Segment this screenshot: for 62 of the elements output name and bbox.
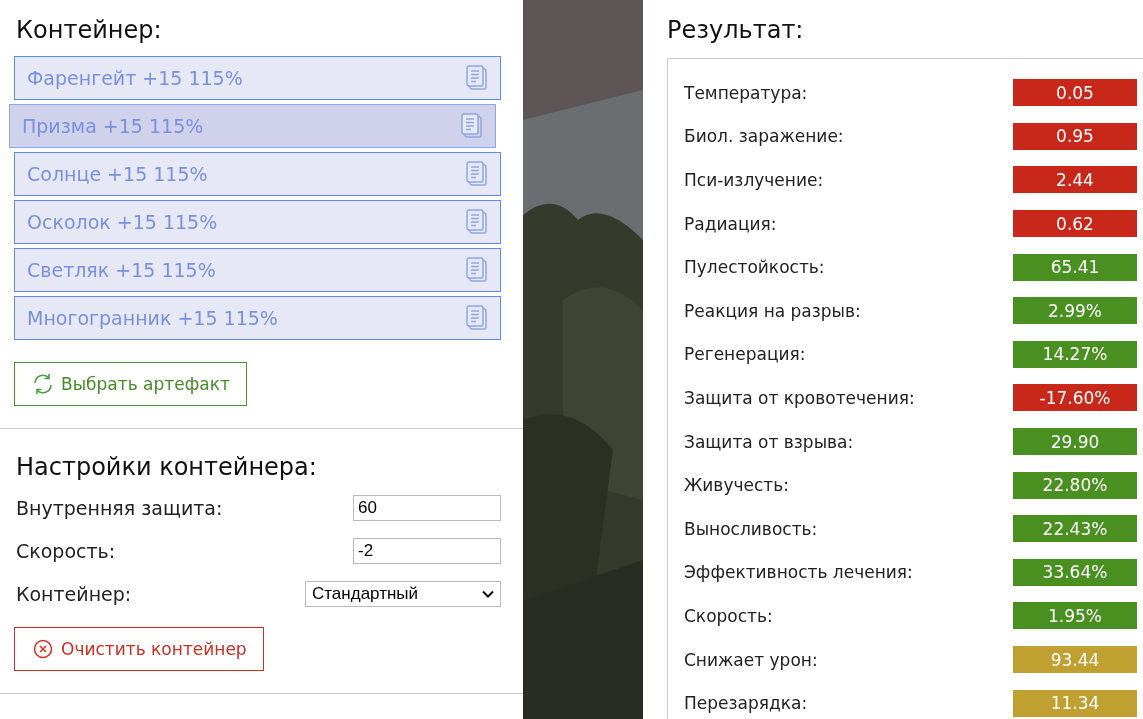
stat-label: Эффективность лечения:: [684, 562, 913, 583]
stat-label: Температура:: [684, 82, 808, 103]
documents-icon: [466, 257, 488, 283]
stat-value: 93.44: [1013, 646, 1137, 673]
stat-value: 22.43%: [1013, 515, 1137, 543]
artifact-label: Осколок +15 115%: [27, 211, 218, 233]
stat-value: 2.99%: [1013, 297, 1137, 325]
stat-label: Скорость:: [684, 605, 773, 626]
stat-label: Реакция на разрыв:: [684, 300, 861, 321]
input-field[interactable]: 60: [353, 495, 501, 521]
stat-label: Защита от кровотечения:: [684, 387, 915, 408]
documents-icon: [461, 113, 483, 139]
stat-label: Снижает урон:: [684, 649, 818, 670]
stat-value: 22.80%: [1013, 471, 1137, 499]
artifact-label: Светляк +15 115%: [27, 259, 216, 281]
field-label: Внутренняя защита:: [15, 497, 223, 519]
artifact-item[interactable]: Призма +15 115%: [9, 104, 496, 148]
stat-label: Пулестойкость:: [684, 257, 825, 278]
stat-label: Защита от взрыва:: [684, 431, 854, 452]
stat-value: 65.41: [1013, 253, 1137, 281]
artifact-item[interactable]: Многогранник +15 115%: [14, 296, 501, 340]
artifact-label: Многогранник +15 115%: [27, 307, 278, 329]
artifact-label: Фаренгейт +15 115%: [27, 67, 243, 89]
close-circle-icon: [31, 637, 55, 661]
artifact-item[interactable]: Осколок +15 115%: [14, 200, 501, 244]
stat-value: 0.05: [1013, 79, 1137, 107]
artifact-item[interactable]: Солнце +15 115%: [14, 152, 501, 196]
choose-artifact-button[interactable]: Выбрать артефакт: [14, 362, 247, 406]
stat-label: Пси-излучение:: [684, 170, 824, 190]
field-label: Скорость:: [15, 540, 116, 562]
artifact-label: Призма +15 115%: [22, 115, 204, 137]
stat-label: Радиация:: [684, 213, 777, 234]
container-select[interactable]: Стандартный: [305, 581, 501, 607]
stat-value: 33.64%: [1013, 558, 1137, 586]
refresh-icon: [31, 372, 55, 396]
documents-icon: [466, 65, 488, 91]
stat-label: Выносливость:: [684, 518, 818, 539]
documents-icon: [466, 161, 488, 187]
clear-container-button[interactable]: Очистить контейнер: [14, 627, 264, 671]
documents-icon: [466, 305, 488, 331]
stat-value: 29.90: [1013, 428, 1137, 456]
stat-label: Живучесть:: [684, 475, 789, 496]
artifact-label: Солнце +15 115%: [27, 163, 208, 185]
section-title: Настройки контейнера:: [16, 453, 318, 481]
stat-value: 1.95%: [1013, 602, 1137, 630]
field-label: Контейнер:: [15, 583, 132, 605]
section-title: Контейнер:: [16, 16, 163, 44]
stat-value: 11.34: [1013, 689, 1137, 717]
artifact-item[interactable]: Фаренгейт +15 115%: [14, 56, 501, 100]
stat-label: Биол. заражение:: [684, 126, 844, 147]
stat-value: 0.95: [1013, 122, 1137, 150]
stat-value: 0.62: [1013, 210, 1137, 238]
stat-value: 2.44: [1013, 166, 1137, 194]
stat-label: Регенерация:: [684, 344, 806, 365]
artifact-item[interactable]: Светляк +15 115%: [14, 248, 501, 292]
chevron-down-icon: [482, 590, 494, 598]
documents-icon: [466, 209, 488, 235]
input-field[interactable]: -2: [353, 538, 501, 564]
stat-value: 14.27%: [1013, 340, 1137, 368]
section-title: Результат:: [667, 16, 805, 44]
stat-label: Перезарядка:: [684, 693, 808, 714]
stat-value: -17.60%: [1013, 384, 1137, 412]
